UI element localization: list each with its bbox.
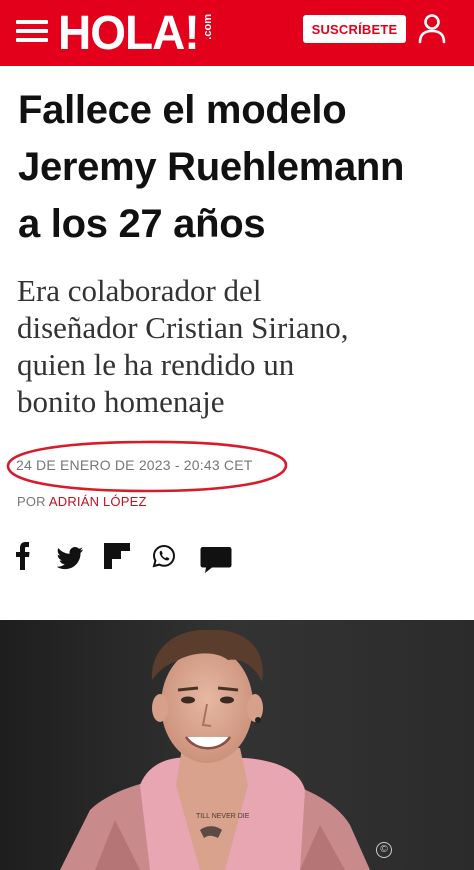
publish-date: 24 DE ENERO DE 2023 - 20:43 CET xyxy=(16,457,253,473)
author-link[interactable]: ADRIÁN LÓPEZ xyxy=(49,494,147,509)
subtitle-line: diseñador Cristian Siriano, xyxy=(17,310,349,345)
logo-suffix: .com xyxy=(201,14,214,40)
hola-logo[interactable]: HOLA! .com xyxy=(58,5,214,60)
copyright-icon: © xyxy=(376,842,392,858)
article-subtitle: Era colaborador del diseñador Cristian S… xyxy=(17,272,467,420)
twitter-icon[interactable] xyxy=(56,540,84,574)
share-bar xyxy=(0,540,474,580)
headline-line: Jeremy Ruehlemann xyxy=(18,145,405,189)
comment-icon[interactable] xyxy=(199,540,233,574)
byline-prefix: POR xyxy=(17,494,49,509)
whatsapp-icon[interactable] xyxy=(151,540,177,574)
headline-line: a los 27 años xyxy=(18,202,266,246)
flipboard-icon[interactable] xyxy=(103,540,131,574)
logo-text: HOLA! xyxy=(58,4,200,60)
article-headline: Fallece el modelo Jeremy Ruehlemann a lo… xyxy=(18,82,463,253)
top-header: HOLA! .com SUSCRÍBETE xyxy=(0,0,474,66)
subtitle-line: Era colaborador del xyxy=(17,273,262,308)
user-icon[interactable] xyxy=(417,12,447,44)
facebook-icon[interactable] xyxy=(14,540,32,574)
byline: POR ADRIÁN LÓPEZ xyxy=(17,494,147,509)
model-portrait-photo: TILL NEVER DIE xyxy=(0,620,474,870)
hamburger-menu-icon[interactable] xyxy=(16,18,48,44)
subtitle-line: quien le ha rendido un xyxy=(17,347,295,382)
subscribe-button[interactable]: SUSCRÍBETE xyxy=(303,15,406,43)
svg-text:TILL NEVER DIE: TILL NEVER DIE xyxy=(196,813,250,820)
headline-line: Fallece el modelo xyxy=(18,88,347,132)
subtitle-line: bonito homenaje xyxy=(17,384,225,419)
article-hero-image[interactable]: TILL NEVER DIE xyxy=(0,620,474,870)
